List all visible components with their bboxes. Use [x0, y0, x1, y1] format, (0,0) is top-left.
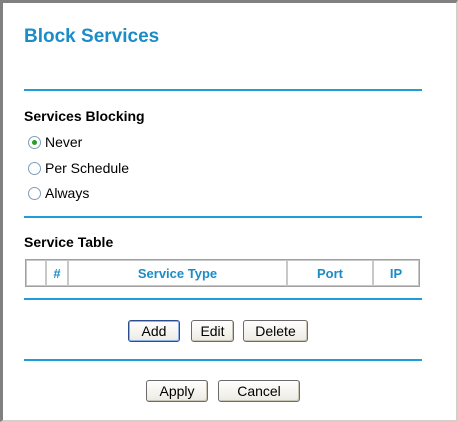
- service-table: # Service Type Port IP: [25, 259, 420, 287]
- radio-selected-icon[interactable]: [28, 135, 41, 149]
- delete-button[interactable]: Delete: [243, 320, 308, 342]
- page-title: Block Services: [24, 26, 160, 47]
- column-header-select: [26, 260, 46, 286]
- table-header-row: # Service Type Port IP: [26, 260, 419, 286]
- column-header-port: Port: [287, 260, 373, 286]
- radio-unselected-icon[interactable]: [28, 161, 41, 175]
- services-blocking-heading: Services Blocking: [24, 108, 145, 124]
- radio-never[interactable]: Never: [28, 134, 82, 150]
- radio-per-schedule[interactable]: Per Schedule: [28, 160, 129, 176]
- radio-always[interactable]: Always: [28, 185, 89, 201]
- cancel-button[interactable]: Cancel: [218, 380, 300, 402]
- column-header-number: #: [46, 260, 68, 286]
- add-button[interactable]: Add: [128, 320, 180, 342]
- divider: [24, 298, 422, 300]
- edit-button[interactable]: Edit: [191, 320, 234, 342]
- column-header-service-type: Service Type: [68, 260, 287, 286]
- divider: [24, 359, 422, 361]
- divider: [24, 89, 422, 91]
- radio-label-never: Never: [45, 134, 83, 150]
- service-table-heading: Service Table: [24, 234, 114, 250]
- radio-label-always: Always: [45, 185, 90, 201]
- radio-unselected-icon[interactable]: [28, 186, 41, 200]
- apply-button[interactable]: Apply: [146, 380, 208, 402]
- divider: [24, 216, 422, 218]
- column-header-ip: IP: [373, 260, 419, 286]
- radio-label-per-schedule: Per Schedule: [45, 160, 130, 176]
